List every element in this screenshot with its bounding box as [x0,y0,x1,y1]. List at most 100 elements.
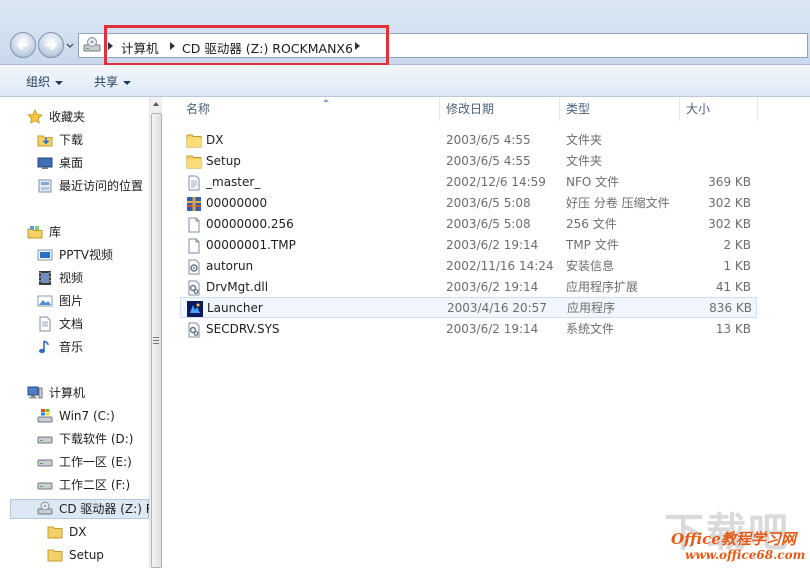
downloads-folder-icon [37,135,53,147]
file-row[interactable]: 00000000.256 2003/6/5 5:08 256 文件 302 KB [180,214,755,235]
file-date: 2003/6/2 19:14 [446,238,539,252]
nav-item-label: 音乐 [59,340,84,354]
nav-pane-scrollbar[interactable] [149,97,162,568]
share-button[interactable]: 共享 [94,73,132,90]
settings-file-icon [188,259,200,275]
blank-file-icon [188,217,200,233]
file-date: 2003/6/5 5:08 [446,217,531,231]
nav-item-label: 下载 [59,133,84,147]
column-header-label: 类型 [566,102,591,116]
file-size: 369 KB [708,175,751,189]
app-icon [187,301,203,317]
address-highlight-box [104,25,389,66]
file-size: 41 KB [715,280,751,294]
nav-item-label: 桌面 [59,156,84,170]
file-row[interactable]: DrvMgt.dll 2003/6/2 19:14 应用程序扩展 41 KB [180,277,755,298]
file-date: 2003/6/2 19:14 [446,322,539,336]
nav-item-label: 最近访问的位置 [59,179,144,193]
file-row[interactable]: autorun 2002/11/16 14:24 安装信息 1 KB [180,256,755,277]
nav-item-label: CD 驱动器 (Z:) R [59,502,155,516]
nav-libraries-label: 库 [49,225,62,239]
nav-item-label: Setup [69,548,104,562]
file-size: 302 KB [708,196,751,210]
file-type: 文件夹 [566,154,603,168]
picture-library-icon [37,295,53,307]
file-row-hovered[interactable]: Launcher 2003/4/16 20:57 应用程序 836 KB [180,297,757,318]
nav-item-label: 文档 [59,317,84,331]
folder-icon [47,549,63,562]
file-date: 2003/4/16 20:57 [447,301,547,315]
share-label: 共享 [94,75,119,89]
file-name: autorun [206,259,254,273]
scrollbar-grip-icon [153,337,159,344]
column-header-name[interactable]: 名称 [180,97,440,121]
file-row[interactable]: SECDRV.SYS 2003/6/2 19:14 系统文件 13 KB [180,319,755,340]
file-size: 302 KB [708,217,751,231]
blank-file-icon [188,238,200,254]
document-library-icon [39,316,51,332]
file-type: 安装信息 [566,259,615,273]
file-name: 00000001.TMP [206,238,296,252]
file-type: 应用程序 [567,301,616,315]
nav-item-label: Win7 (C:) [59,409,115,423]
nav-computer-label: 计算机 [49,386,86,400]
scroll-up-arrow-icon[interactable] [153,102,159,106]
folder-icon [186,155,202,169]
file-size: 2 KB [723,238,751,252]
nav-item-label: 图片 [59,294,84,308]
nav-item-label: 工作二区 (F:) [59,478,131,492]
file-name: 00000000 [206,196,268,210]
file-date: 2003/6/2 19:14 [446,280,539,294]
file-date: 2003/6/5 4:55 [446,133,531,147]
folder-icon [47,526,63,539]
hard-drive-icon [37,482,53,490]
windows-drive-icon [37,409,53,423]
music-note-icon [39,340,49,354]
recent-pages-chevron-down-icon[interactable] [66,42,74,50]
folder-icon [186,134,202,148]
file-type: 256 文件 [566,217,617,231]
dll-file-icon [188,280,200,296]
desktop-icon [37,157,53,169]
column-header-size[interactable]: 大小 [680,97,758,121]
cd-drive-icon [83,37,101,52]
recent-places-icon [38,179,52,193]
column-header-label: 修改日期 [446,102,495,116]
back-arrow-icon [16,40,28,50]
watermark-url: www.office68.com [685,548,806,562]
file-name: _master_ [206,175,261,189]
file-type: 应用程序扩展 [566,280,639,294]
nav-favorites-label: 收藏夹 [49,110,86,124]
column-header-type[interactable]: 类型 [560,97,680,121]
file-date: 2002/12/6 14:59 [446,175,546,189]
file-list: 名称 修改日期 类型 大小 DX 2003/6/5 4:55 文件夹 Setup… [162,97,810,568]
archive-icon [187,197,201,211]
watermark-title: Office教程学习网 [671,530,796,548]
file-size: 836 KB [709,301,752,315]
text-file-icon [188,175,200,191]
file-row[interactable]: _master_ 2002/12/6 14:59 NFO 文件 369 KB [180,172,755,193]
back-button[interactable] [10,32,36,58]
organize-button[interactable]: 组织 [26,73,64,90]
navigation-pane: 收藏夹 下载 桌面 最近访问的位置 库 PPTV视频 视频 图片 文档 音乐 计… [0,97,162,568]
pptv-video-library-icon [37,249,53,261]
computer-icon [27,386,43,399]
file-row[interactable]: 00000000 2003/6/5 5:08 好压 分卷 压缩文件 302 KB [180,193,755,214]
file-type: NFO 文件 [566,175,620,189]
file-type: 文件夹 [566,133,603,147]
column-header-label: 大小 [686,102,711,116]
file-name: DX [206,133,224,147]
sort-ascending-icon [323,99,329,102]
file-row[interactable]: 00000001.TMP 2003/6/2 19:14 TMP 文件 2 KB [180,235,755,256]
file-size: 13 KB [715,322,751,336]
forward-button[interactable] [38,32,64,58]
file-row[interactable]: DX 2003/6/5 4:55 文件夹 [180,130,755,151]
cd-drive-icon [37,501,53,515]
hard-drive-icon [37,459,53,467]
file-name: DrvMgt.dll [206,280,269,294]
command-bar: 组织 共享 [0,65,810,97]
column-header-label: 名称 [186,102,211,116]
column-header-date[interactable]: 修改日期 [440,97,560,121]
file-row[interactable]: Setup 2003/6/5 4:55 文件夹 [180,151,755,172]
file-type: 好压 分卷 压缩文件 [566,196,670,210]
